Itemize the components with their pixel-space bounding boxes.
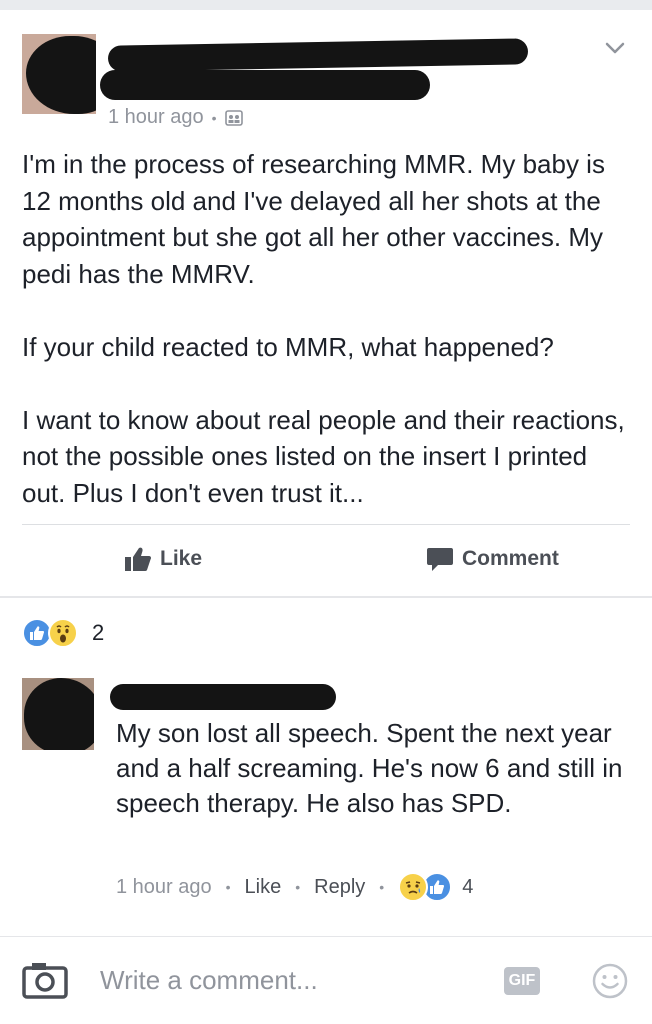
comment-like-link[interactable]: Like (245, 876, 282, 899)
thumbs-up-icon (125, 547, 151, 571)
avatar-redaction (26, 36, 96, 114)
author-name-redaction (107, 38, 529, 72)
comment-timestamp[interactable]: 1 hour ago (116, 876, 212, 899)
reaction-count: 2 (92, 620, 105, 645)
comment-composer: GIF (0, 937, 652, 1024)
author-avatar[interactable] (22, 34, 96, 114)
group-audience-icon (224, 109, 243, 126)
like-label: Like (160, 547, 203, 570)
post-header: 1 hour ago • (0, 10, 652, 140)
post-meta: 1 hour ago • (108, 106, 243, 129)
post-timestamp[interactable]: 1 hour ago (108, 106, 204, 129)
reactions-summary[interactable]: 2 (22, 618, 104, 648)
meta-separator: • (295, 879, 301, 895)
camera-icon[interactable] (22, 961, 68, 999)
post-paragraph: I'm in the process of researching MMR. M… (22, 149, 605, 289)
wow-icon (48, 618, 78, 648)
post-body: I'm in the process of researching MMR. M… (22, 146, 632, 511)
comment-meta: 1 hour ago • Like • Reply • 4 (116, 872, 473, 902)
comment-bubble-icon (427, 548, 453, 571)
comment-button[interactable]: Comment (426, 546, 559, 572)
commenter-name-redaction (110, 684, 336, 710)
comment-reaction-count[interactable]: 4 (462, 876, 473, 899)
author-group-redaction (100, 70, 430, 100)
chevron-down-icon[interactable] (604, 40, 626, 56)
divider (0, 596, 652, 598)
comment-label: Comment (462, 547, 559, 570)
emoji-icon[interactable] (592, 963, 628, 999)
meta-separator: • (225, 879, 231, 895)
top-divider-strip (0, 0, 652, 10)
avatar-redaction (24, 678, 94, 750)
post-paragraph: If your child reacted to MMR, what happe… (22, 331, 554, 362)
meta-separator: • (211, 109, 217, 126)
commenter-avatar[interactable] (22, 678, 94, 750)
post-actions: Like Comment (0, 526, 652, 594)
post-paragraph: I want to know about real people and the… (22, 404, 625, 508)
comment-text: My son lost all speech. Spent the next y… (116, 718, 623, 818)
meta-separator: • (379, 879, 385, 895)
divider (22, 524, 630, 525)
gif-button[interactable]: GIF (504, 967, 540, 995)
comment-reply-link[interactable]: Reply (314, 876, 365, 899)
sad-icon (398, 872, 429, 902)
comment-input[interactable] (100, 959, 480, 1001)
like-button[interactable]: Like (124, 546, 202, 572)
